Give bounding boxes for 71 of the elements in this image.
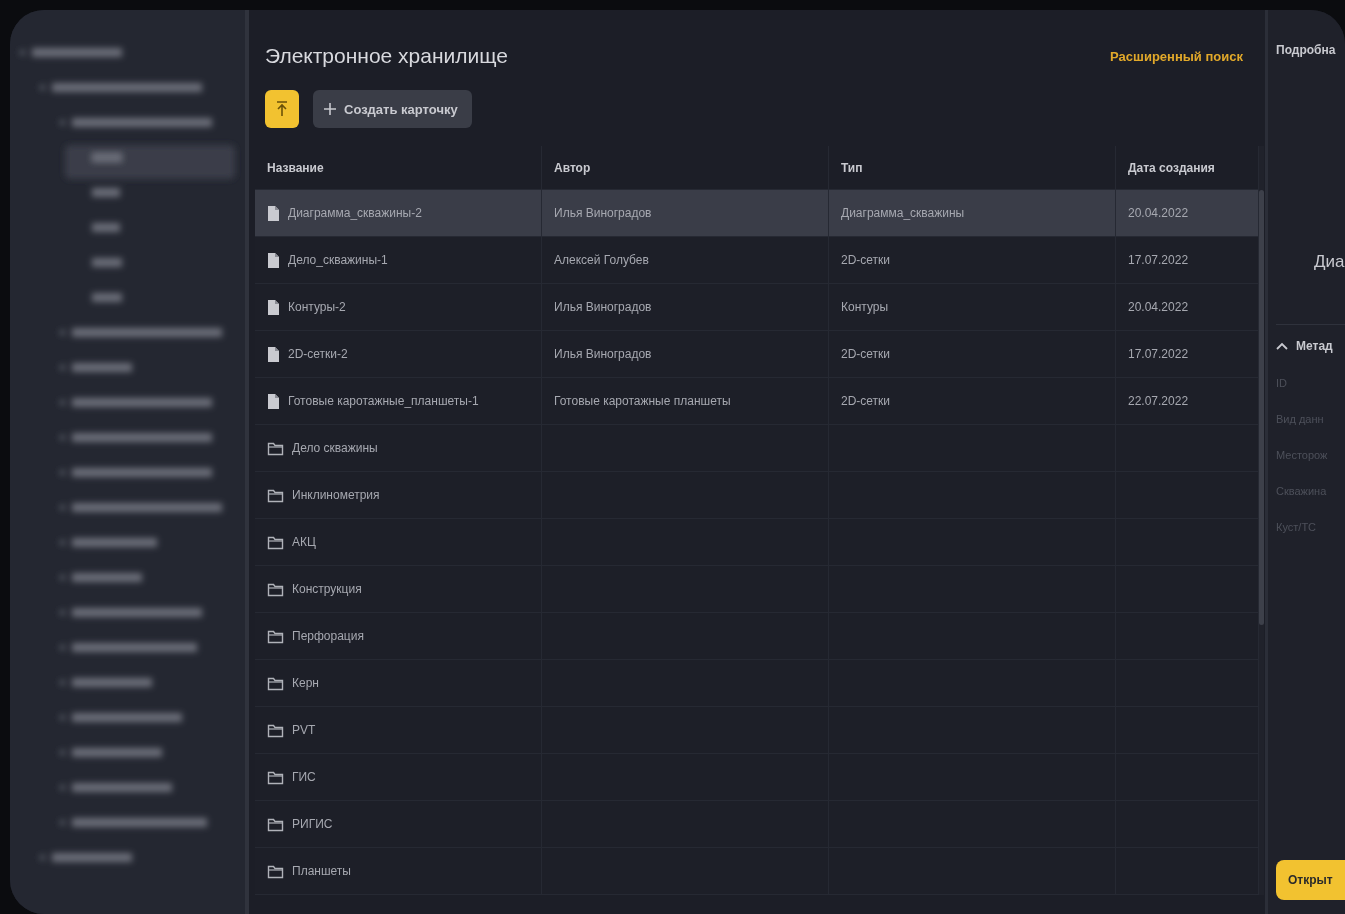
table-row[interactable]: Керн	[255, 660, 1259, 707]
chevron-icon	[1276, 342, 1288, 350]
item-name: Контуры-2	[288, 300, 346, 314]
section-title: Метад	[1296, 339, 1333, 353]
item-name: Керн	[292, 676, 319, 690]
item-name: АКЦ	[292, 535, 316, 549]
item-name: Дело скважины	[292, 441, 378, 455]
folder-icon	[267, 440, 284, 456]
scrollbar-thumb[interactable]	[1259, 190, 1264, 625]
item-name: Диаграмма_скважины-2	[288, 206, 422, 220]
folder-icon	[267, 675, 284, 691]
item-name: Дело_скважины-1	[288, 253, 388, 267]
author-cell: Алексей Голубев	[542, 237, 829, 283]
folder-icon	[267, 628, 284, 644]
table-row[interactable]: Конструкция	[255, 566, 1259, 613]
document-icon	[267, 251, 280, 269]
document-icon	[267, 392, 280, 410]
item-name: Готовые каротажные_планшеты-1	[288, 394, 479, 408]
document-icon	[267, 204, 280, 222]
folder-icon	[267, 534, 284, 550]
folder-icon	[267, 816, 284, 832]
item-name: ГИС	[292, 770, 316, 784]
page-title: Электронное хранилище	[265, 44, 508, 68]
author-cell: Илья Виноградов	[542, 190, 829, 236]
folder-icon	[267, 863, 284, 879]
table-row[interactable]: Планшеты	[255, 848, 1259, 895]
document-icon	[267, 345, 280, 363]
column-header[interactable]: Тип	[829, 146, 1116, 189]
table-row[interactable]: Контуры-2 Илья Виноградов Контуры 20.04.2022	[255, 284, 1259, 331]
column-header[interactable]: Автор	[542, 146, 829, 189]
table-row[interactable]: 2D-сетки-2 Илья Виноградов 2D-сетки 17.07.2022	[255, 331, 1259, 378]
table-row[interactable]: РИГИС	[255, 801, 1259, 848]
item-name: Планшеты	[292, 864, 351, 878]
folder-icon	[267, 769, 284, 785]
item-name: Конструкция	[292, 582, 362, 596]
advanced-search-link[interactable]: Расширенный поиск	[1110, 48, 1243, 64]
item-name: РИГИС	[292, 817, 333, 831]
item-name: Инклинометрия	[292, 488, 380, 502]
table-row[interactable]: Готовые каротажные_планшеты-1 Готовые каротажные планшеты 2D-сетки 22.07.2022	[255, 378, 1259, 425]
metadata-section-header[interactable]: Метад	[1276, 324, 1345, 353]
table-row[interactable]: ГИС	[255, 754, 1259, 801]
plus-icon	[323, 102, 337, 116]
upload-icon	[275, 100, 289, 118]
column-header[interactable]: Название	[255, 146, 542, 189]
open-button[interactable]: Открыт	[1276, 860, 1345, 900]
type-cell: 2D-сетки	[829, 331, 1116, 377]
folder-icon	[267, 581, 284, 597]
folder-icon	[267, 487, 284, 503]
type-cell: 2D-сетки	[829, 378, 1116, 424]
author-cell: Готовые каротажные планшеты	[542, 378, 829, 424]
type-cell: Контуры	[829, 284, 1116, 330]
author-cell: Илья Виноградов	[542, 331, 829, 377]
table-row[interactable]: Перфорация	[255, 613, 1259, 660]
table-row[interactable]: Дело скважины	[255, 425, 1259, 472]
type-cell: 2D-сетки	[829, 237, 1116, 283]
author-cell: Илья Виноградов	[542, 284, 829, 330]
table-row[interactable]: Инклинометрия	[255, 472, 1259, 519]
item-name: Перфорация	[292, 629, 364, 643]
preview-caption: Диа	[1313, 252, 1345, 272]
item-name: PVT	[292, 723, 316, 737]
panel-title: Подробна	[1276, 43, 1337, 57]
table-row[interactable]: АКЦ	[255, 519, 1259, 566]
type-cell: Диаграмма_скважины	[829, 190, 1116, 236]
item-name: 2D-сетки-2	[288, 347, 348, 361]
table-row[interactable]: Дело_скважины-1 Алексей Голубев 2D-сетки 17.07.2022	[255, 237, 1259, 284]
table-row[interactable]: Диаграмма_скважины-2 Илья Виноградов Диаграмма_скважины 20.04.2022	[255, 190, 1259, 237]
folder-icon	[267, 722, 284, 738]
create-card-button[interactable]: Создать карточку	[313, 90, 472, 128]
table-row[interactable]: PVT	[255, 707, 1259, 754]
upload-button[interactable]	[265, 90, 299, 128]
document-icon	[267, 298, 280, 316]
